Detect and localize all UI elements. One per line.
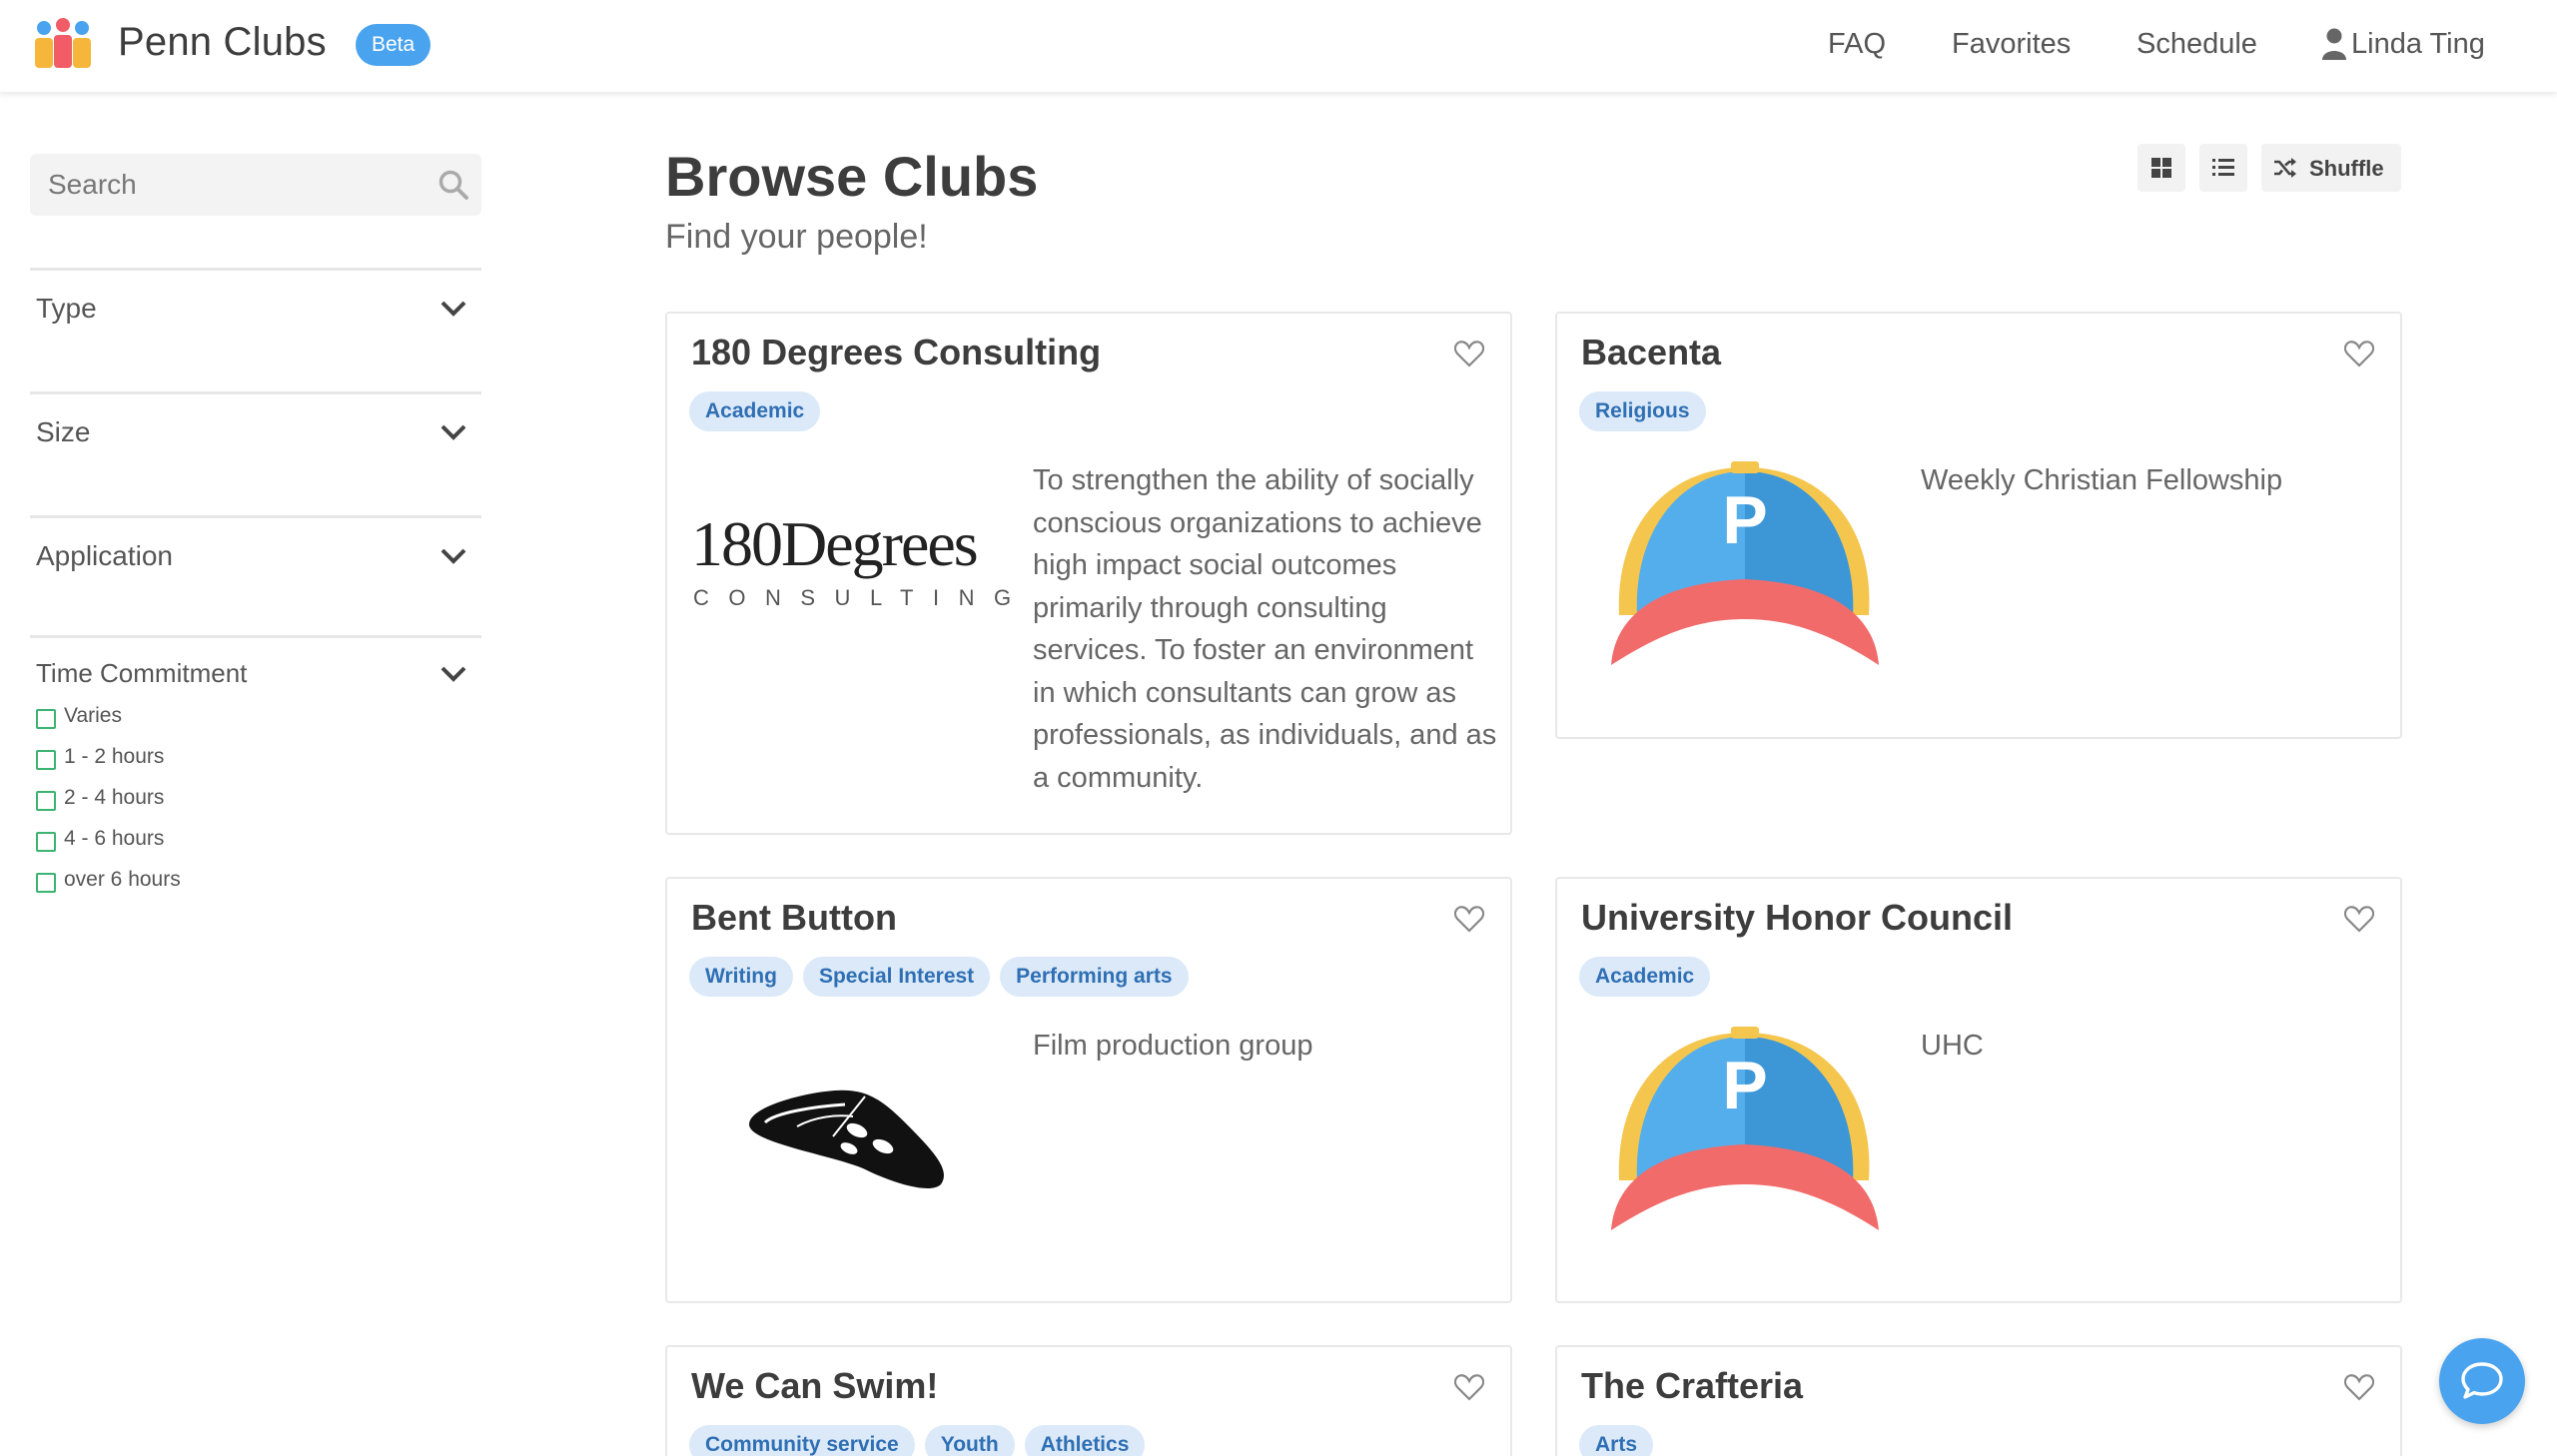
brand-name[interactable]: Penn Clubs xyxy=(118,20,327,65)
club-card[interactable]: Bacenta Religious P Weekly Christian Fel… xyxy=(1555,312,2402,739)
checkbox[interactable] xyxy=(36,832,56,852)
list-icon xyxy=(2212,159,2234,176)
chat-button[interactable] xyxy=(2439,1338,2525,1424)
checkbox[interactable] xyxy=(36,873,56,893)
heart-icon[interactable] xyxy=(1454,905,1484,933)
club-name[interactable]: 180 Degrees Consulting xyxy=(691,332,1101,373)
list-view-button[interactable] xyxy=(2199,144,2247,192)
chevron-down-icon[interactable] xyxy=(439,546,467,566)
club-description: To strengthen the ability of socially co… xyxy=(1033,464,1497,794)
nav-faq-link[interactable]: FAQ xyxy=(1828,28,1886,61)
club-card[interactable]: 180 Degrees Consulting Academic 180Degre… xyxy=(665,312,1512,835)
club-description: UHC xyxy=(1921,1030,1984,1062)
filter-title[interactable]: Application xyxy=(36,540,173,572)
nav-favorites-link[interactable]: Favorites xyxy=(1952,28,2071,61)
checkbox[interactable] xyxy=(36,791,56,811)
heart-icon[interactable] xyxy=(2344,905,2374,933)
checkbox-label[interactable]: 4 - 6 hours xyxy=(64,827,164,851)
club-card[interactable]: The Crafteria Arts xyxy=(1555,1345,2402,1456)
filter-type[interactable]: Type xyxy=(30,268,481,389)
tag-badge[interactable]: Writing xyxy=(689,957,793,997)
heart-icon[interactable] xyxy=(1454,340,1484,367)
club-name[interactable]: Bacenta xyxy=(1581,332,1721,373)
filter-title[interactable]: Time Commitment xyxy=(36,658,247,689)
page-subtitle: Find your people! xyxy=(665,218,928,256)
logo-text: 180Degrees xyxy=(691,509,977,579)
club-description: Weekly Christian Fellowship xyxy=(1921,464,2283,496)
filter-title[interactable]: Type xyxy=(36,293,97,325)
checkbox[interactable] xyxy=(36,750,56,770)
club-name[interactable]: The Crafteria xyxy=(1581,1365,1803,1407)
club-card[interactable]: We Can Swim! Community service Youth Ath… xyxy=(665,1345,1512,1456)
penn-cap-logo: P xyxy=(1611,461,1879,665)
180-degrees-logo: 180Degrees CONSULTING xyxy=(691,509,1019,610)
tag-badge[interactable]: Youth xyxy=(924,1425,1015,1456)
filter-title[interactable]: Size xyxy=(36,416,90,448)
penn-clubs-logo-icon[interactable] xyxy=(32,18,94,70)
club-card[interactable]: Bent Button Writing Special Interest Per… xyxy=(665,877,1512,1303)
nav-user-link[interactable]: Linda Ting xyxy=(2351,28,2485,61)
beta-badge: Beta xyxy=(356,24,431,66)
checkbox-label[interactable]: over 6 hours xyxy=(64,868,181,892)
chevron-down-icon[interactable] xyxy=(439,422,467,442)
shuffle-icon xyxy=(2274,158,2296,178)
heart-icon[interactable] xyxy=(2344,1373,2374,1401)
user-icon[interactable] xyxy=(2321,28,2347,60)
checkbox-label[interactable]: 1 - 2 hours xyxy=(64,745,164,769)
chevron-down-icon[interactable] xyxy=(439,664,467,684)
filter-application[interactable]: Application xyxy=(30,515,481,635)
search-box[interactable] xyxy=(30,154,481,216)
tag-badge[interactable]: Academic xyxy=(689,391,821,431)
tag-badge[interactable]: Religious xyxy=(1579,391,1706,431)
grid-icon xyxy=(2151,158,2171,178)
heart-icon[interactable] xyxy=(1454,1373,1484,1401)
bent-button-logo xyxy=(749,1090,944,1189)
grid-view-button[interactable] xyxy=(2137,144,2185,192)
tag-badge[interactable]: Athletics xyxy=(1024,1425,1146,1456)
checkbox[interactable] xyxy=(36,709,56,729)
page-title: Browse Clubs xyxy=(665,145,1039,208)
search-input[interactable] xyxy=(30,154,429,216)
club-name[interactable]: We Can Swim! xyxy=(691,1365,938,1407)
logo-subtext: CONSULTING xyxy=(693,585,1019,610)
club-name[interactable]: Bent Button xyxy=(691,897,897,939)
checkbox-label[interactable]: 2 - 4 hours xyxy=(64,786,164,810)
heart-icon[interactable] xyxy=(2344,340,2374,367)
tag-badge[interactable]: Community service xyxy=(689,1425,915,1456)
club-name[interactable]: University Honor Council xyxy=(1581,897,2013,939)
svg-text:P: P xyxy=(1722,482,1767,558)
tag-badge[interactable]: Arts xyxy=(1579,1425,1654,1456)
nav-schedule-link[interactable]: Schedule xyxy=(2136,28,2257,61)
search-icon[interactable] xyxy=(437,169,469,201)
filter-size[interactable]: Size xyxy=(30,391,481,513)
penn-cap-logo: P xyxy=(1611,1027,1879,1230)
tag-badge[interactable]: Academic xyxy=(1579,957,1711,997)
chevron-down-icon[interactable] xyxy=(439,299,467,319)
checkbox-label[interactable]: Varies xyxy=(64,704,122,728)
tag-badge[interactable]: Performing arts xyxy=(1000,957,1189,997)
top-navbar: Penn Clubs Beta FAQ Favorites Schedule L… xyxy=(0,0,2557,92)
club-description: Film production group xyxy=(1033,1030,1313,1062)
tag-badge[interactable]: Special Interest xyxy=(802,957,991,997)
shuffle-button[interactable]: Shuffle xyxy=(2261,144,2401,192)
club-card[interactable]: University Honor Council Academic P UHC xyxy=(1555,877,2402,1303)
shuffle-label: Shuffle xyxy=(2309,156,2384,181)
svg-text:P: P xyxy=(1722,1048,1767,1123)
chat-bubble-icon xyxy=(2461,1362,2503,1399)
